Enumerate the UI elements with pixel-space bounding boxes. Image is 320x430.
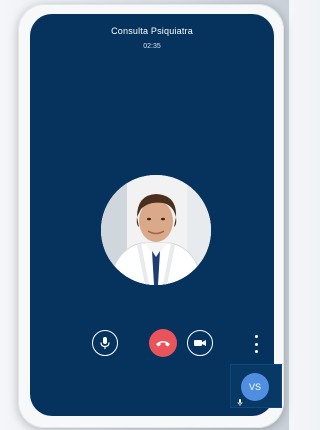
call-controls: [30, 329, 274, 360]
camera-button[interactable]: [187, 330, 213, 356]
video-camera-icon: [194, 340, 206, 346]
self-avatar: VS: [241, 373, 269, 401]
doctor-avatar: [101, 175, 211, 285]
call-screen: Consulta Psiquiatra 02:35: [30, 14, 274, 416]
call-timer: 02:35: [143, 43, 161, 50]
doctor-portrait-image: [101, 175, 211, 285]
more-options-button[interactable]: [252, 335, 260, 353]
phone-hangup-icon: [156, 341, 170, 347]
microphone-icon: [100, 337, 110, 349]
self-initials: VS: [248, 382, 261, 392]
end-call-button[interactable]: [149, 329, 177, 357]
call-title: Consulta Psiquiatra: [111, 26, 193, 36]
mute-button[interactable]: [92, 330, 118, 356]
small-microphone-icon: [237, 399, 243, 406]
self-view-tile[interactable]: VS: [230, 364, 282, 408]
more-vertical-icon: [254, 335, 258, 338]
